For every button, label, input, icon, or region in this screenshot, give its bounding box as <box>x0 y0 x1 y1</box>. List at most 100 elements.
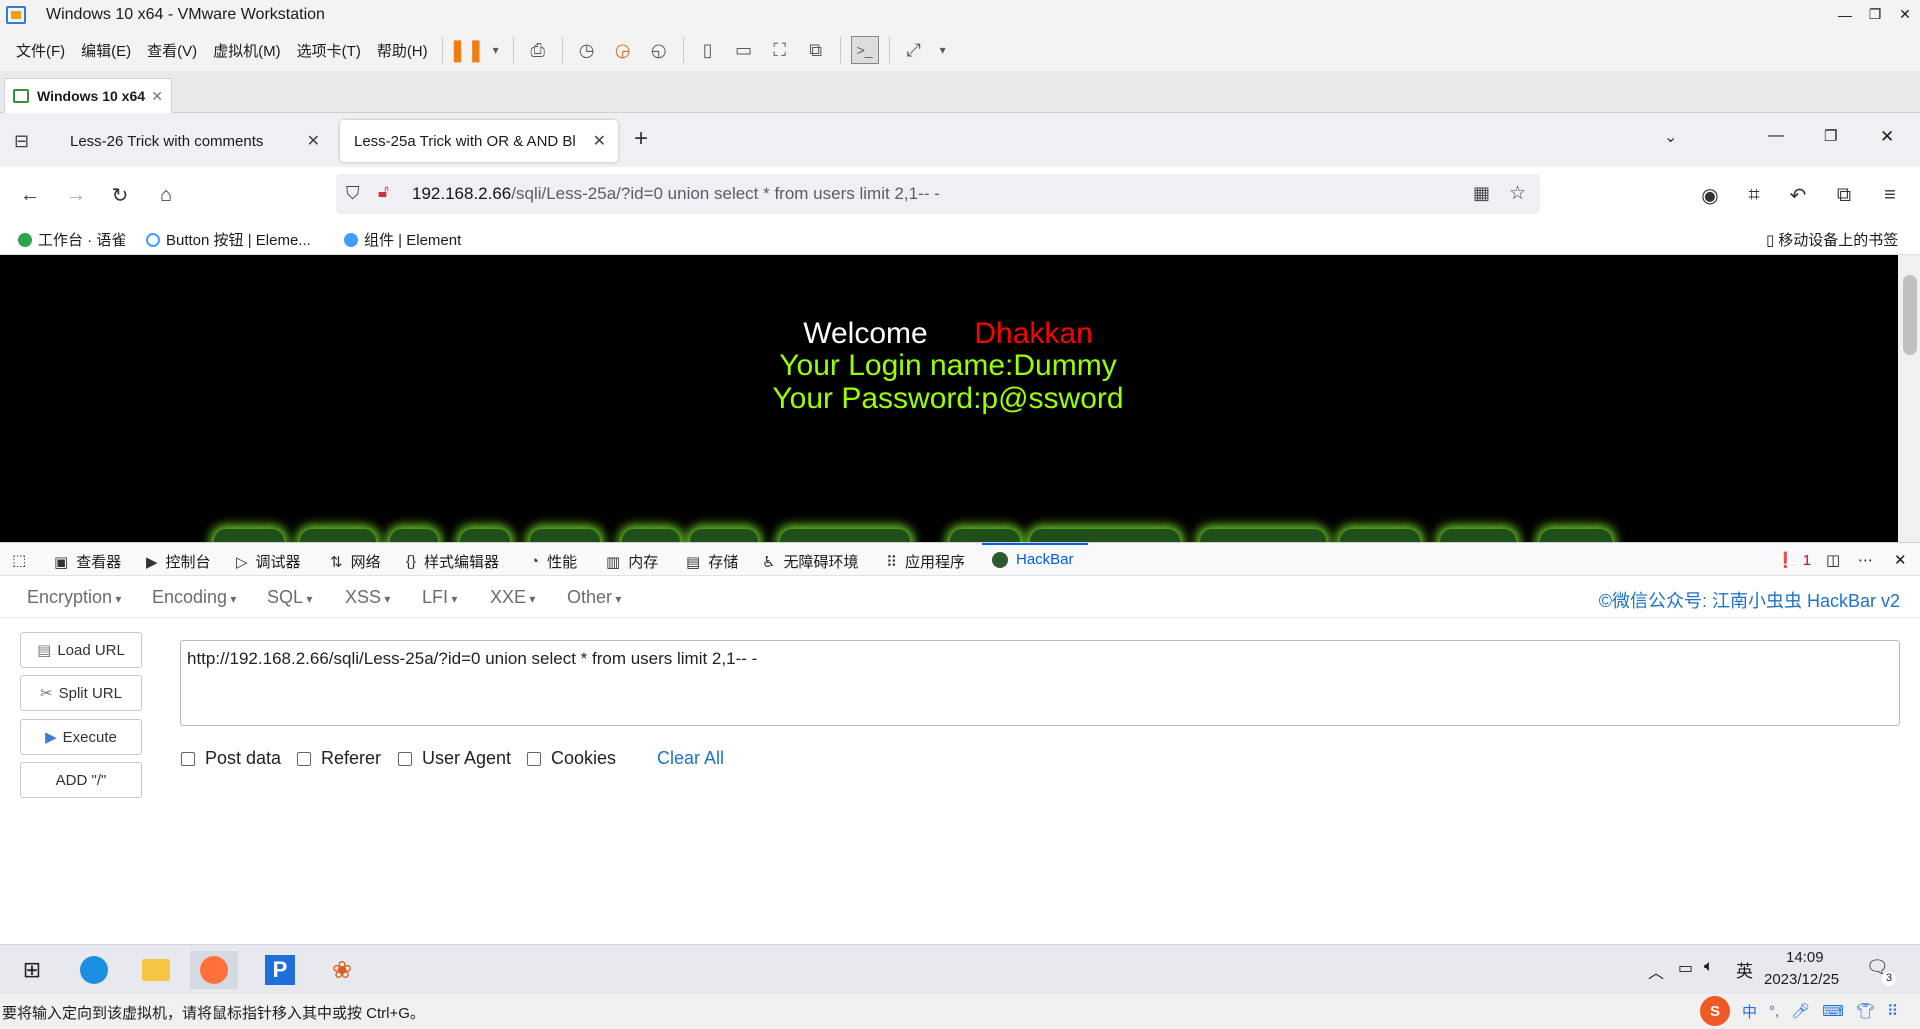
qr-code-icon[interactable]: ▦ <box>1473 183 1490 204</box>
clock-time[interactable]: 14:09 <box>1786 949 1824 966</box>
minimize-icon[interactable]: — <box>1768 127 1784 145</box>
add-slash-button[interactable]: ADD "/" <box>20 762 142 798</box>
element-picker-icon[interactable]: ⬚ <box>12 551 34 569</box>
url-text[interactable]: 192.168.2.66/sqli/Less-25a/?id=0 union s… <box>412 184 940 204</box>
menu-file[interactable]: 文件(F) <box>8 40 73 61</box>
mic-icon[interactable]: 🎤︎ <box>1791 1002 1810 1020</box>
skin-icon[interactable]: 👕︎ <box>1856 1002 1875 1020</box>
minimize-icon[interactable]: — <box>1830 0 1860 29</box>
menu-xss[interactable]: XSS <box>345 587 390 608</box>
devtools-tab-network[interactable]: ⇅ 网络 <box>330 551 381 572</box>
volume-icon[interactable]: 🔈︎ <box>1704 958 1714 976</box>
referer-checkbox[interactable]: Referer <box>297 748 381 769</box>
menu-sql[interactable]: SQL <box>267 587 312 608</box>
list-all-tabs-icon[interactable]: ⌄ <box>1664 127 1677 147</box>
ime-chinese-icon[interactable]: 中 <box>1742 1001 1757 1022</box>
sidebar-icon[interactable]: ▯ <box>694 36 722 64</box>
start-icon[interactable]: ⊞ <box>8 951 56 989</box>
menu-lfi[interactable]: LFI <box>422 587 457 608</box>
menu-vm[interactable]: 虚拟机(M) <box>205 40 289 61</box>
restore-icon[interactable]: ❐ <box>1860 0 1890 29</box>
unity-icon[interactable]: ⧉ <box>802 36 830 64</box>
ime-toolbar[interactable]: S 中 °, 🎤︎ ⌨ 👕︎ ⠿ <box>1700 994 1898 1028</box>
close-icon[interactable]: ✕ <box>151 88 163 105</box>
devtools-tab-style-editor[interactable]: {} 样式编辑器 <box>406 551 499 572</box>
devtools-tab-console[interactable]: ▶ 控制台 <box>146 551 211 572</box>
new-tab-icon[interactable]: + <box>634 125 648 153</box>
dropdown-icon[interactable]: ▾ <box>489 36 503 64</box>
insecure-lock-icon[interactable]: 🔓︎ <box>378 182 389 202</box>
menu-view[interactable]: 查看(V) <box>139 40 205 61</box>
devtools-tab-hackbar[interactable]: HackBar <box>992 551 1074 568</box>
network-icon[interactable]: ▭ <box>1678 958 1693 978</box>
devtools-tab-inspector[interactable]: ▣ 查看器 <box>54 551 121 572</box>
revert-snapshot-icon[interactable]: ◶ <box>609 36 637 64</box>
undo-icon[interactable]: ↶ <box>1784 181 1812 209</box>
tab-less-26[interactable]: Less-26 Trick with comments ✕ <box>56 120 332 162</box>
ime-indicator[interactable]: 英 <box>1736 957 1753 982</box>
cookies-checkbox[interactable]: Cookies <box>527 748 616 769</box>
menu-encryption[interactable]: Encryption <box>27 587 121 608</box>
devtools-tab-application[interactable]: ⠿ 应用程序 <box>886 551 965 572</box>
file-explorer-icon[interactable] <box>132 951 180 989</box>
execute-button[interactable]: ▶ Execute <box>20 719 142 755</box>
extensions-icon[interactable]: ⧉ <box>1830 181 1858 209</box>
devtools-tab-performance[interactable]: ◔ 性能 <box>530 551 577 572</box>
account-icon[interactable]: ◉ <box>1696 181 1724 209</box>
bookmark-star-icon[interactable]: ☆ <box>1509 182 1526 205</box>
p-app-icon[interactable]: P <box>256 951 304 989</box>
back-icon[interactable]: ← <box>16 181 44 209</box>
app-icon[interactable]: ❀ <box>318 951 366 989</box>
send-keys-icon[interactable]: ⎙ <box>524 36 552 64</box>
snapshot-manager-icon[interactable]: ◵ <box>645 36 673 64</box>
bookmark-button-element[interactable]: Button 按钮 | Eleme... <box>146 229 311 250</box>
close-icon[interactable]: ✕ <box>1890 0 1920 29</box>
fullscreen-icon[interactable]: ⛶ <box>766 36 794 64</box>
firefox-icon[interactable] <box>190 951 238 989</box>
console-icon[interactable]: >_ <box>850 36 879 64</box>
restore-icon[interactable]: ❐ <box>1824 127 1837 145</box>
close-icon[interactable]: ✕ <box>593 131 606 151</box>
error-count[interactable]: ❗ 1 <box>1776 551 1811 570</box>
menu-encoding[interactable]: Encoding <box>152 587 236 608</box>
stretch-icon[interactable]: ⤢ <box>900 36 928 64</box>
pause-icon[interactable]: ❚❚ <box>448 36 485 64</box>
clear-all-link[interactable]: Clear All <box>657 748 724 769</box>
menu-help[interactable]: 帮助(H) <box>369 40 436 61</box>
toolbox-icon[interactable]: ⠿ <box>1887 1002 1898 1020</box>
menu-other[interactable]: Other <box>567 587 621 608</box>
scrollbar-thumb[interactable] <box>1903 275 1917 355</box>
stretch-dropdown-icon[interactable]: ▾ <box>936 36 950 64</box>
hackbar-url-input[interactable]: http://192.168.2.66/sqli/Less-25a/?id=0 … <box>180 640 1900 726</box>
split-url-button[interactable]: ✂ Split URL <box>20 675 142 711</box>
address-bar[interactable]: ⛉ 🔓︎ 192.168.2.66/sqli/Less-25a/?id=0 un… <box>336 174 1540 214</box>
menu-xxe[interactable]: XXE <box>490 587 535 608</box>
menu-icon[interactable]: ≡ <box>1876 181 1904 209</box>
edge-icon[interactable] <box>70 951 118 989</box>
keyboard-icon[interactable]: ⌨ <box>1822 1002 1844 1020</box>
page-scrollbar[interactable] <box>1898 255 1920 542</box>
more-options-icon[interactable]: ⋯ <box>1858 551 1873 569</box>
menu-tabs[interactable]: 选项卡(T) <box>289 40 369 61</box>
mobile-bookmarks[interactable]: ▯ 移动设备上的书签 <box>1766 229 1898 250</box>
show-hidden-icons[interactable]: ︿ <box>1648 959 1664 983</box>
post-data-checkbox[interactable]: Post data <box>181 748 281 769</box>
menu-edit[interactable]: 编辑(E) <box>73 40 139 61</box>
devtools-tab-memory[interactable]: ▥ 内存 <box>606 551 658 572</box>
clock-date[interactable]: 2023/12/25 <box>1764 971 1839 988</box>
punctuation-icon[interactable]: °, <box>1769 1003 1779 1020</box>
thumbnail-icon[interactable]: ▭ <box>730 36 758 64</box>
bookmark-component-element[interactable]: 组件 | Element <box>344 229 461 250</box>
reload-icon[interactable]: ↻ <box>106 181 134 209</box>
devtools-tab-accessibility[interactable]: ♿︎ 无障碍环境 <box>762 551 858 572</box>
snapshot-icon[interactable]: ◷ <box>573 36 601 64</box>
dock-icon[interactable]: ◫ <box>1826 551 1840 569</box>
devtools-tab-debugger[interactable]: ▷ 调试器 <box>236 551 301 572</box>
user-agent-checkbox[interactable]: User Agent <box>398 748 511 769</box>
tab-list-icon[interactable]: ⊟ <box>14 131 29 152</box>
tab-less-25a[interactable]: Less-25a Trick with OR & AND Bl ✕ <box>340 120 618 162</box>
bookmark-yuque[interactable]: 工作台 · 语雀 <box>18 229 126 250</box>
screenshot-icon[interactable]: ⌗ <box>1740 181 1768 209</box>
load-url-button[interactable]: ▤ Load URL <box>20 632 142 668</box>
close-icon[interactable]: ✕ <box>307 131 320 151</box>
